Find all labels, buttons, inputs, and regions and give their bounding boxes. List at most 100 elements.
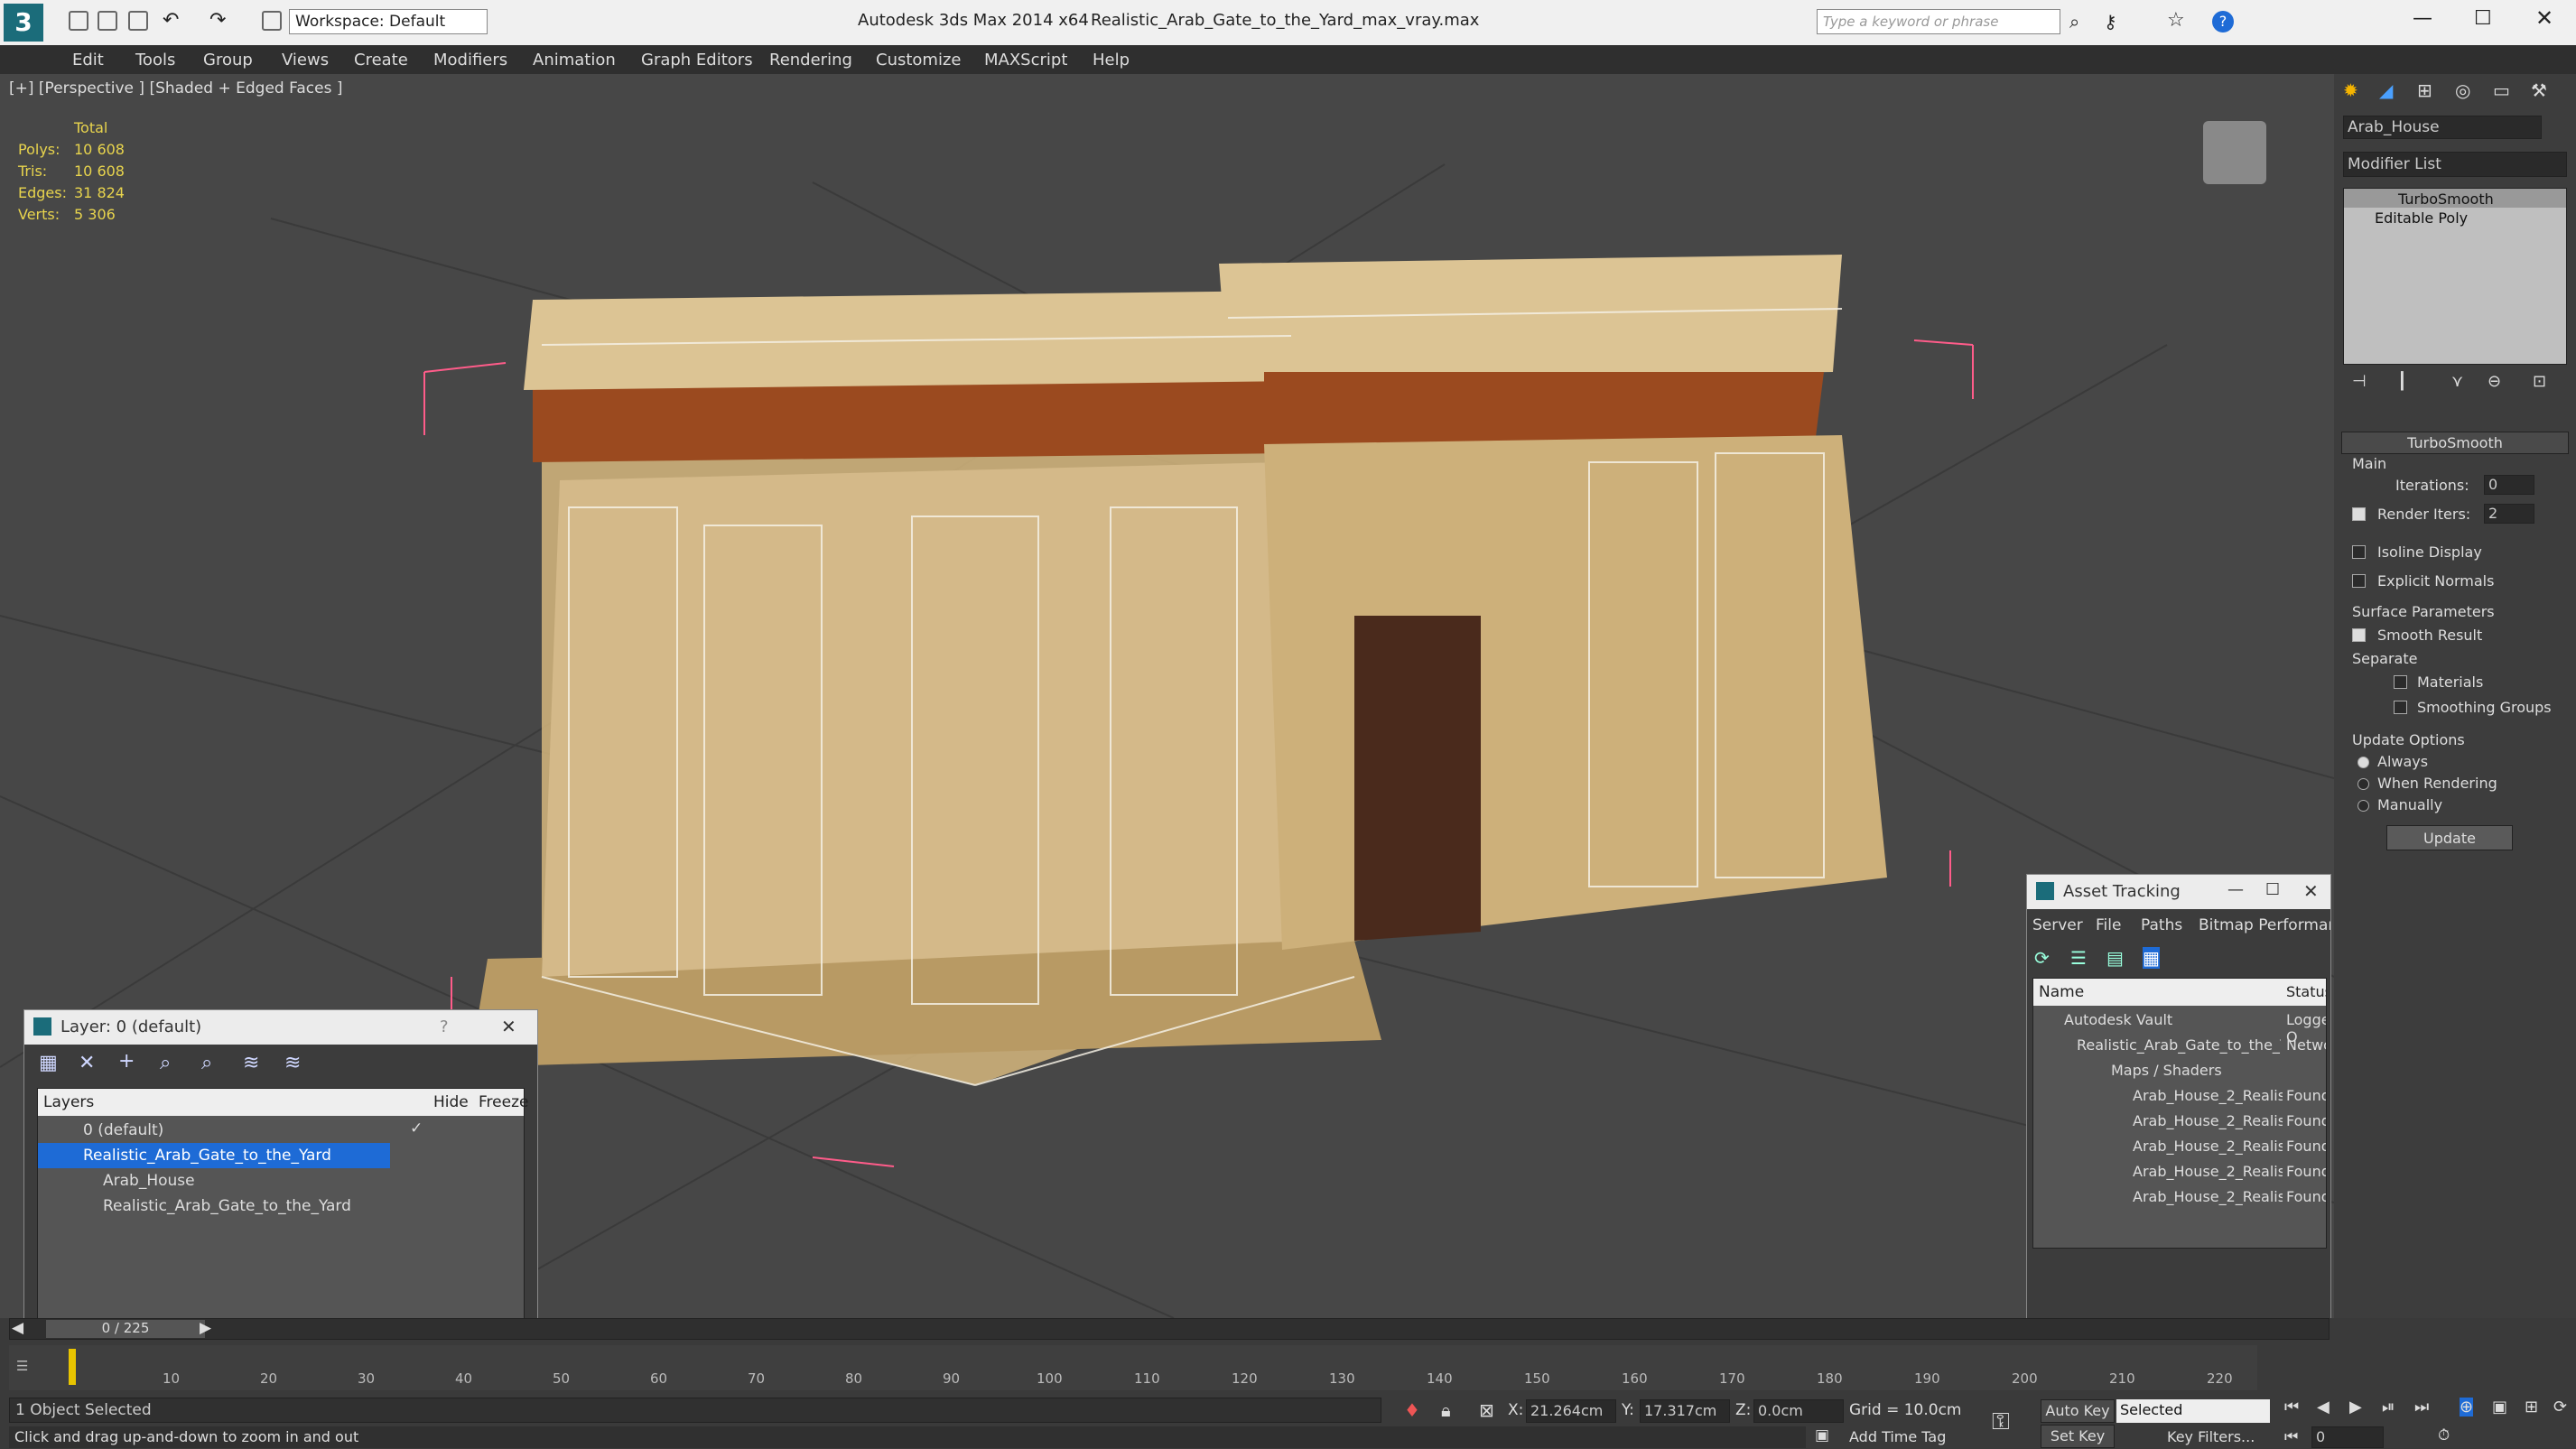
motion-tab-icon[interactable]: ◎ xyxy=(2455,79,2470,101)
maximize-viewport-icon[interactable]: ▣ xyxy=(2492,1398,2507,1416)
layer-highlight-icon[interactable]: ⌕ xyxy=(201,1052,212,1074)
layer-add-icon[interactable]: + xyxy=(118,1050,135,1073)
zoom-region-icon[interactable]: ⊞ xyxy=(2525,1398,2538,1416)
stack-item-editable-poly[interactable]: Editable Poly xyxy=(2344,208,2566,227)
asset-row[interactable]: Arab_House_2_Realistic_Fresnel.pngFound xyxy=(2033,1109,2326,1134)
stack-item-turbosmooth[interactable]: TurboSmooth xyxy=(2344,189,2566,208)
time-slider[interactable]: ◀ 0 / 225 ▶ xyxy=(9,1318,2330,1340)
time-config-icon[interactable]: ⏮ xyxy=(2284,1428,2298,1446)
prev-frame-icon[interactable]: ◀ xyxy=(12,1319,23,1337)
when-rendering-radio[interactable] xyxy=(2357,778,2369,790)
layer-new-icon[interactable]: ▦ xyxy=(39,1052,58,1074)
modify-tab-icon[interactable]: ◢ xyxy=(2379,79,2393,101)
favorites-icon[interactable]: ☆ xyxy=(2167,9,2185,32)
key-mode-dropdown[interactable]: Selected xyxy=(2116,1399,2270,1423)
manually-radio[interactable] xyxy=(2357,800,2369,812)
create-tab-icon[interactable]: ✹ xyxy=(2343,79,2358,101)
save-file-icon[interactable] xyxy=(128,11,148,31)
z-coordinate-field[interactable]: 0.0cm xyxy=(1753,1399,1844,1423)
time-slider-thumb[interactable]: 0 / 225 xyxy=(46,1320,205,1338)
project-folder-icon[interactable] xyxy=(262,11,282,31)
close-icon[interactable]: ✕ xyxy=(2535,5,2553,31)
configure-sets-icon[interactable]: ⊡ xyxy=(2533,372,2546,391)
remove-modifier-icon[interactable]: ⊖ xyxy=(2488,372,2501,391)
add-time-tag[interactable]: Add Time Tag xyxy=(1849,1428,1946,1445)
close-icon[interactable]: ✕ xyxy=(2303,880,2319,902)
minimize-icon[interactable]: — xyxy=(2413,7,2432,30)
utilities-tab-icon[interactable]: ⚒ xyxy=(2531,79,2547,101)
go-to-start-icon[interactable]: ⏮ xyxy=(2284,1398,2299,1416)
list-view-icon[interactable]: ☰ xyxy=(2070,947,2087,969)
zoom-extents-icon[interactable]: ⊕ xyxy=(2460,1398,2474,1416)
layer-freeze-all-icon[interactable]: ≋ xyxy=(284,1052,301,1074)
current-frame-marker[interactable] xyxy=(69,1349,76,1385)
modifier-list-dropdown[interactable]: Modifier List xyxy=(2343,152,2567,177)
iterations-spinner[interactable]: 0 xyxy=(2484,475,2534,495)
previous-key-icon[interactable]: ◀ xyxy=(2317,1398,2330,1416)
layer-row[interactable]: 0 (default) ✓ xyxy=(38,1118,524,1143)
layer-help-button[interactable]: ? xyxy=(440,1017,449,1036)
pin-stack-icon[interactable]: ⊣ xyxy=(2352,372,2367,391)
absolute-mode-icon[interactable]: ⊠ xyxy=(1479,1399,1494,1421)
isoline-checkbox[interactable] xyxy=(2352,545,2366,559)
menu-animation[interactable]: Animation xyxy=(533,51,616,70)
play-icon[interactable]: ▶ xyxy=(2349,1398,2362,1416)
rollout-title[interactable]: TurboSmooth xyxy=(2341,432,2569,454)
asset-row[interactable]: Autodesk VaultLogged O xyxy=(2033,1008,2326,1045)
help-icon[interactable]: ? xyxy=(2212,11,2234,33)
menu-modifiers[interactable]: Modifiers xyxy=(433,51,507,70)
col-status[interactable]: Status xyxy=(2286,983,2326,1000)
menu-maxscript[interactable]: MAXScript xyxy=(984,51,1067,70)
asset-menu-file[interactable]: File xyxy=(2096,916,2121,934)
menu-graph-editors[interactable]: Graph Editors xyxy=(641,51,753,70)
asset-menu-server[interactable]: Server xyxy=(2032,916,2083,934)
current-frame-field[interactable]: 0 xyxy=(2311,1426,2384,1448)
asset-menu-bitmap[interactable]: Bitmap Performance and Memory xyxy=(2199,916,2330,934)
menu-group[interactable]: Group xyxy=(203,51,253,70)
asset-row[interactable]: Arab_House_2_Realistic_Specular.pngFound xyxy=(2033,1184,2326,1210)
layer-hide-all-icon[interactable]: ≋ xyxy=(243,1052,259,1074)
col-freeze[interactable]: Freeze xyxy=(479,1093,528,1111)
next-key-icon[interactable]: ⏯ xyxy=(2382,1398,2395,1416)
viewcube-icon[interactable] xyxy=(2203,121,2266,184)
viewport-label[interactable]: [+] [Perspective ] [Shaded + Edged Faces… xyxy=(9,79,342,98)
col-layers[interactable]: Layers xyxy=(43,1093,94,1111)
layer-row[interactable]: Realistic_Arab_Gate_to_the_Yard xyxy=(38,1194,524,1219)
asset-row[interactable]: Realistic_Arab_Gate_to_the_Yard_max_vray… xyxy=(2033,1033,2326,1058)
go-to-end-icon[interactable]: ⏭ xyxy=(2414,1398,2429,1416)
maximize-icon[interactable]: ☐ xyxy=(2474,7,2492,30)
table-view-icon[interactable]: ▦ xyxy=(2143,947,2160,969)
time-tag-icon[interactable]: ▣ xyxy=(1815,1426,1829,1444)
layer-row-selected[interactable]: Realistic_Arab_Gate_to_the_Yard xyxy=(38,1143,390,1168)
isolate-icon[interactable]: ♦ xyxy=(1404,1399,1420,1421)
layer-window-header[interactable]: Layer: 0 (default) ? ✕ xyxy=(24,1010,537,1045)
set-key-icon[interactable]: ⚿ xyxy=(1992,1408,2010,1436)
search-input[interactable]: Type a keyword or phrase xyxy=(1817,9,2060,34)
update-button[interactable]: Update xyxy=(2386,825,2513,850)
make-unique-icon[interactable]: ⋎ xyxy=(2451,372,2463,391)
explicit-normals-checkbox[interactable] xyxy=(2352,574,2366,588)
asset-menu-paths[interactable]: Paths xyxy=(2141,916,2182,934)
col-hide[interactable]: Hide xyxy=(433,1093,469,1111)
set-key-button[interactable]: Set Key xyxy=(2041,1425,2115,1448)
new-file-icon[interactable] xyxy=(69,11,88,31)
smoothing-groups-checkbox[interactable] xyxy=(2394,701,2407,714)
time-configuration-icon[interactable]: ⏱ xyxy=(2438,1426,2450,1444)
render-iters-spinner[interactable]: 2 xyxy=(2484,504,2534,524)
close-icon[interactable]: ✕ xyxy=(501,1016,516,1037)
layer-select-icon[interactable]: ⌕ xyxy=(160,1052,171,1074)
display-tab-icon[interactable]: ▭ xyxy=(2493,79,2510,101)
lock-selection-icon[interactable]: 🔒︎ xyxy=(1441,1399,1451,1421)
refresh-icon[interactable]: ⟳ xyxy=(2034,947,2050,969)
minimize-icon[interactable]: — xyxy=(2227,880,2244,899)
menu-views[interactable]: Views xyxy=(282,51,329,70)
key-filters-button[interactable]: Key Filters... xyxy=(2167,1428,2255,1445)
menu-customize[interactable]: Customize xyxy=(876,51,961,70)
menu-edit[interactable]: Edit xyxy=(72,51,104,70)
asset-row[interactable]: Arab_House_2_Realistic_Normal.pngFound xyxy=(2033,1159,2326,1184)
show-end-result-icon[interactable]: ┃ xyxy=(2397,372,2407,391)
asset-row[interactable]: Maps / Shaders xyxy=(2033,1058,2326,1083)
object-name-field[interactable]: Arab_House xyxy=(2343,116,2542,139)
auto-key-button[interactable]: Auto Key xyxy=(2041,1399,2115,1423)
redo-icon[interactable]: ↷ xyxy=(209,9,226,32)
